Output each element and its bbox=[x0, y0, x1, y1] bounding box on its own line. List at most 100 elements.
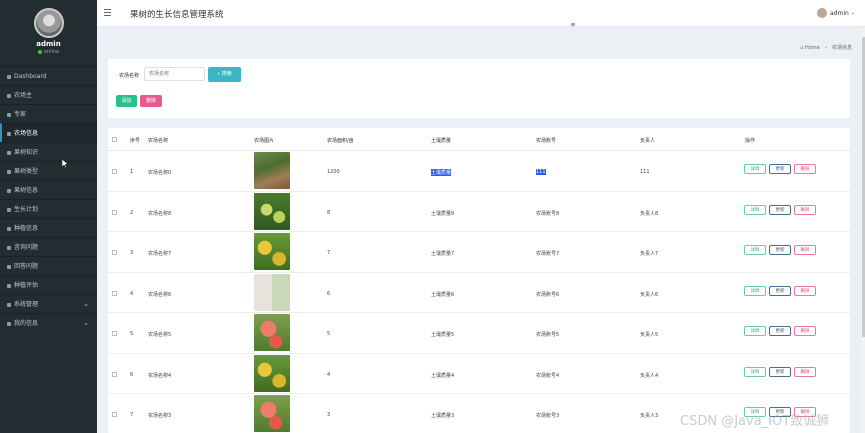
delete-button[interactable]: 删除 bbox=[794, 164, 816, 174]
farm-name: 农场名称5 bbox=[148, 332, 172, 338]
edit-button[interactable]: 更新 bbox=[769, 204, 791, 215]
owner: 负责人8 bbox=[640, 210, 659, 217]
sidebar-item-label: 回答问题 bbox=[14, 263, 39, 270]
dashboard-icon bbox=[7, 74, 11, 79]
row-no: 6 bbox=[130, 371, 134, 378]
sidebar-item-label: 咨询问题 bbox=[14, 244, 39, 251]
sidebar-item[interactable]: 系统管理 ⌄ bbox=[0, 294, 97, 313]
farm-table: 序号 农场名称 农场图片 农场面积/亩 土壤质量 农场账号 负责人 操作 1 农场… bbox=[108, 128, 850, 433]
breadcrumb-current: 农场信息 bbox=[831, 45, 852, 51]
sidebar-item[interactable]: 果树类型 bbox=[0, 161, 97, 180]
search-input[interactable] bbox=[144, 67, 205, 81]
list-icon bbox=[7, 283, 11, 288]
avatar bbox=[33, 8, 64, 38]
view-button[interactable]: 详情 bbox=[744, 326, 766, 336]
search-button[interactable]: ⌕ 搜索 bbox=[208, 67, 241, 82]
sidebar-item[interactable]: 农场信息 bbox=[0, 123, 97, 142]
sidebar-item[interactable]: Dashboard bbox=[0, 66, 97, 85]
home-icon: ⌂ bbox=[800, 45, 804, 51]
sidebar-item[interactable]: 农场主 bbox=[0, 85, 97, 104]
user-icon bbox=[7, 93, 11, 98]
sidebar-item[interactable]: 果树信息 bbox=[0, 180, 97, 199]
farm-image bbox=[254, 395, 290, 432]
row-actions: 详情 更新 删除 bbox=[744, 366, 816, 377]
edit-button[interactable]: 更新 bbox=[769, 285, 791, 296]
farm-area: 8 bbox=[327, 209, 331, 216]
watermark: CSDN @Java_IOT致诚狮 bbox=[680, 414, 830, 429]
row-checkbox[interactable] bbox=[112, 209, 117, 215]
row-checkbox[interactable] bbox=[112, 169, 117, 174]
chevron-down-icon: ⌄ bbox=[83, 319, 89, 327]
batch-delete-button[interactable]: 删除 bbox=[140, 95, 162, 107]
delete-button[interactable]: 删除 bbox=[794, 326, 816, 336]
col-header: 操作 bbox=[745, 138, 756, 144]
sidebar-item[interactable]: 种植信息 bbox=[0, 218, 97, 237]
user-name: admin bbox=[36, 40, 61, 48]
row-checkbox[interactable] bbox=[112, 371, 117, 377]
page-scrollbar[interactable] bbox=[861, 27, 865, 433]
edit-button[interactable]: 更新 bbox=[769, 366, 791, 377]
add-button[interactable]: 添加 bbox=[116, 95, 137, 107]
table-row: 3 农场名称7 7 土壤质量7 农场账号7 负责人7 详情 更新 删除 bbox=[108, 232, 850, 273]
row-no: 4 bbox=[130, 290, 134, 297]
table-row: 6 农场名称4 4 土壤质量4 农场账号4 负责人4 详情 更新 删除 bbox=[108, 354, 850, 394]
breadcrumb-home[interactable]: Home bbox=[805, 45, 820, 51]
view-button[interactable]: 详情 bbox=[744, 366, 766, 377]
delete-button[interactable]: 删除 bbox=[794, 245, 816, 255]
delete-button[interactable]: 删除 bbox=[794, 285, 816, 296]
row-checkbox[interactable] bbox=[112, 250, 117, 255]
row-checkbox[interactable] bbox=[112, 331, 117, 336]
farm-area: 5 bbox=[327, 331, 331, 337]
delete-button[interactable]: 删除 bbox=[794, 366, 816, 377]
row-actions: 详情 更新 删除 bbox=[744, 285, 816, 296]
farm-account: 农场账号6 bbox=[536, 291, 560, 298]
edit-button[interactable]: 更新 bbox=[769, 245, 791, 255]
select-all-checkbox[interactable] bbox=[112, 137, 117, 142]
sidebar-item-label: 种植信息 bbox=[14, 225, 39, 232]
row-checkbox[interactable] bbox=[112, 412, 117, 417]
row-actions: 详情 更新 删除 bbox=[744, 204, 816, 215]
user-panel: admin online bbox=[0, 0, 97, 66]
soil-quality: 土壤质量3 bbox=[431, 413, 455, 419]
app-title: 果树的生长信息管理系统 bbox=[130, 10, 224, 20]
user-icon bbox=[7, 321, 11, 326]
farm-account: 农场账号4 bbox=[536, 372, 560, 379]
sidebar-item[interactable]: 种植评估 bbox=[0, 275, 97, 294]
sidebar-menu: Dashboard 农场主专家农场信息 果树知识 果树类型 果树信息 生长计划种植信息咨询… bbox=[0, 66, 97, 332]
view-button[interactable]: 详情 bbox=[744, 245, 766, 255]
sidebar-item[interactable]: 果树知识 bbox=[0, 142, 97, 161]
menu-toggle-icon[interactable] bbox=[104, 9, 111, 18]
breadcrumb-separator: » bbox=[824, 45, 828, 51]
sidebar-item[interactable]: 专家 bbox=[0, 104, 97, 123]
farm-area: 7 bbox=[327, 250, 331, 256]
sidebar-item-label: 种植评估 bbox=[14, 282, 39, 289]
table-row: 1 农场名称0 1200 土壤质量 111 111 详情 更新 删除 bbox=[108, 151, 850, 192]
edit-button[interactable]: 更新 bbox=[769, 164, 791, 174]
view-button[interactable]: 详情 bbox=[744, 285, 766, 296]
farm-image bbox=[254, 192, 290, 230]
sidebar-item-label: 专家 bbox=[14, 111, 27, 118]
row-no: 3 bbox=[130, 250, 134, 256]
owner: 负责人7 bbox=[640, 251, 659, 257]
header-user-menu[interactable]: admin ⌄ bbox=[816, 8, 855, 18]
owner: 负责人3 bbox=[640, 413, 659, 419]
farm-area: 1200 bbox=[327, 169, 340, 175]
owner: 负责人4 bbox=[640, 372, 659, 379]
view-button[interactable]: 详情 bbox=[744, 164, 766, 174]
sidebar-item[interactable]: 我的信息 ⌄ bbox=[0, 313, 97, 332]
row-checkbox[interactable] bbox=[112, 290, 117, 296]
sidebar-item[interactable]: 回答问题 bbox=[0, 256, 97, 275]
header-avatar bbox=[816, 8, 827, 18]
farm-name: 农场名称6 bbox=[148, 291, 172, 298]
sidebar-item[interactable]: 生长计划 bbox=[0, 199, 97, 218]
view-button[interactable]: 详情 bbox=[744, 204, 766, 215]
table-row: 5 农场名称5 5 土壤质量5 农场账号5 负责人5 详情 更新 删除 bbox=[108, 313, 850, 354]
list-icon bbox=[7, 169, 11, 174]
edit-button[interactable]: 更新 bbox=[769, 326, 791, 336]
search-label: 农场名称 bbox=[119, 73, 140, 79]
row-no: 5 bbox=[130, 331, 134, 337]
sidebar-item[interactable]: 咨询问题 bbox=[0, 237, 97, 256]
delete-button[interactable]: 删除 bbox=[794, 204, 816, 215]
farm-name: 农场名称7 bbox=[148, 251, 172, 257]
farm-account: 农场账号5 bbox=[536, 332, 560, 338]
